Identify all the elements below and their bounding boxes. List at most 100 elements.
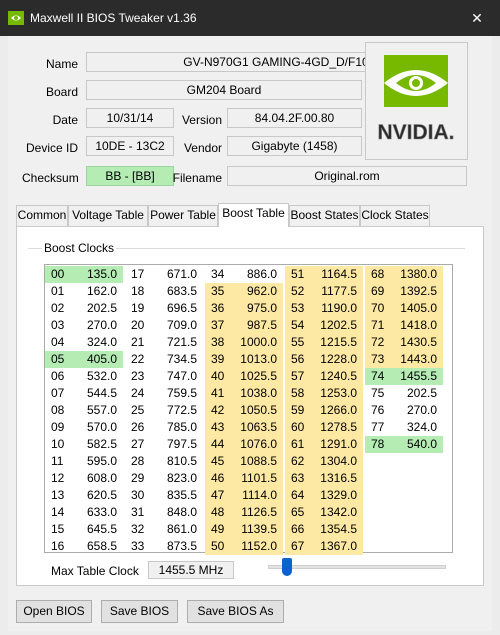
- boost-cell-value[interactable]: 1253.0: [313, 385, 363, 402]
- boost-cell-value[interactable]: 1202.5: [313, 317, 363, 334]
- boost-cell-value[interactable]: 1038.0: [233, 385, 283, 402]
- open-bios-button[interactable]: Open BIOS: [16, 600, 92, 623]
- boost-cell-value[interactable]: 1164.5: [313, 266, 363, 283]
- boost-cell-value[interactable]: 1025.5: [233, 368, 283, 385]
- boost-cell-value[interactable]: 1050.5: [233, 402, 283, 419]
- boost-cell-value[interactable]: 1392.5: [393, 283, 443, 300]
- boost-cell-value[interactable]: 1443.0: [393, 351, 443, 368]
- tab-boost-table[interactable]: Boost Table: [218, 203, 289, 227]
- version-field[interactable]: 84.04.2F.00.80: [227, 108, 362, 128]
- boost-cell-value[interactable]: 1240.5: [313, 368, 363, 385]
- boost-cell-value[interactable]: 873.5: [153, 538, 203, 555]
- boost-cell-value[interactable]: 1304.0: [313, 453, 363, 470]
- boost-cell-value[interactable]: 1190.0: [313, 300, 363, 317]
- boost-cell-value[interactable]: 671.0: [153, 266, 203, 283]
- boost-cell-value[interactable]: 202.5: [393, 385, 443, 402]
- boost-cell-value[interactable]: 1367.0: [313, 538, 363, 555]
- tab-voltage-table[interactable]: Voltage Table: [68, 205, 148, 226]
- boost-cell-value[interactable]: 683.5: [153, 283, 203, 300]
- boost-cell-value[interactable]: 962.0: [233, 283, 283, 300]
- clock-slider-track[interactable]: [268, 565, 446, 569]
- boost-cell-value[interactable]: 1088.5: [233, 453, 283, 470]
- boost-cell-value[interactable]: 1418.0: [393, 317, 443, 334]
- boost-cell-value[interactable]: 987.5: [233, 317, 283, 334]
- boost-cell-value[interactable]: 202.5: [73, 300, 123, 317]
- boost-cell-value[interactable]: 785.0: [153, 419, 203, 436]
- boost-cell-value[interactable]: 721.5: [153, 334, 203, 351]
- boost-cell-value[interactable]: 772.5: [153, 402, 203, 419]
- boost-cell-value[interactable]: 270.0: [73, 317, 123, 334]
- boost-cell-value[interactable]: 1063.5: [233, 419, 283, 436]
- boost-cell-value[interactable]: 1455.5: [393, 368, 443, 385]
- vendor-field[interactable]: Gigabyte (1458): [227, 136, 362, 156]
- boost-cell-value[interactable]: 540.0: [393, 436, 443, 453]
- boost-cell-value[interactable]: 570.0: [73, 419, 123, 436]
- boost-cell-value[interactable]: 797.5: [153, 436, 203, 453]
- boost-cell-value[interactable]: 162.0: [73, 283, 123, 300]
- boost-cell-value[interactable]: 1329.0: [313, 487, 363, 504]
- boost-cell-value[interactable]: 1278.5: [313, 419, 363, 436]
- boost-cell-value[interactable]: 810.5: [153, 453, 203, 470]
- clock-slider-thumb[interactable]: [282, 558, 293, 576]
- boost-cell-value[interactable]: 608.0: [73, 470, 123, 487]
- boost-cell-value[interactable]: 861.0: [153, 521, 203, 538]
- boost-cell-value[interactable]: 1354.5: [313, 521, 363, 538]
- filename-field[interactable]: Original.rom: [227, 166, 467, 186]
- boost-cell-value[interactable]: 1342.0: [313, 504, 363, 521]
- boost-cell-value[interactable]: 1266.0: [313, 402, 363, 419]
- boost-cell-value[interactable]: 835.5: [153, 487, 203, 504]
- boost-cell-value[interactable]: 270.0: [393, 402, 443, 419]
- boost-cell-value[interactable]: 1152.0: [233, 538, 283, 555]
- tab-clock-states[interactable]: Clock States: [360, 205, 430, 226]
- boost-cell-index: 12: [51, 471, 65, 485]
- boost-cell-value[interactable]: 582.5: [73, 436, 123, 453]
- boost-cell-value[interactable]: 759.5: [153, 385, 203, 402]
- device-id-field[interactable]: 10DE - 13C2: [86, 136, 174, 156]
- boost-cell-value[interactable]: 1291.0: [313, 436, 363, 453]
- boost-cell-value[interactable]: 135.0: [73, 266, 123, 283]
- boost-cell-value[interactable]: 1013.0: [233, 351, 283, 368]
- board-field[interactable]: GM204 Board: [86, 80, 362, 100]
- boost-cell-value[interactable]: 633.0: [73, 504, 123, 521]
- boost-cell-value[interactable]: 324.0: [73, 334, 123, 351]
- boost-cell-value[interactable]: 1139.5: [233, 521, 283, 538]
- boost-cell-value[interactable]: 645.5: [73, 521, 123, 538]
- boost-cell-value[interactable]: 1114.0: [233, 487, 283, 504]
- boost-cell-value[interactable]: 1076.0: [233, 436, 283, 453]
- boost-cell-value[interactable]: 975.0: [233, 300, 283, 317]
- boost-cell-value[interactable]: 1430.5: [393, 334, 443, 351]
- boost-cell-value[interactable]: 1380.0: [393, 266, 443, 283]
- boost-cell-value[interactable]: 1405.0: [393, 300, 443, 317]
- max-table-clock-field[interactable]: 1455.5 MHz: [148, 561, 234, 579]
- boost-cell-value[interactable]: 696.5: [153, 300, 203, 317]
- boost-cell-value[interactable]: 595.0: [73, 453, 123, 470]
- boost-cell-value[interactable]: 734.5: [153, 351, 203, 368]
- boost-cell-value[interactable]: 405.0: [73, 351, 123, 368]
- date-field[interactable]: 10/31/14: [86, 108, 174, 128]
- boost-cell-value[interactable]: 324.0: [393, 419, 443, 436]
- close-icon[interactable]: ✕: [454, 0, 500, 36]
- boost-cell-value[interactable]: 658.5: [73, 538, 123, 555]
- boost-cell-value[interactable]: 1215.5: [313, 334, 363, 351]
- boost-cell-value[interactable]: 620.5: [73, 487, 123, 504]
- boost-cell-value[interactable]: 823.0: [153, 470, 203, 487]
- tab-power-table[interactable]: Power Table: [148, 205, 218, 226]
- checksum-field[interactable]: BB - [BB]: [86, 166, 174, 186]
- boost-cell-value[interactable]: 1101.5: [233, 470, 283, 487]
- boost-cell-value[interactable]: 1228.0: [313, 351, 363, 368]
- boost-cell-value[interactable]: 1316.5: [313, 470, 363, 487]
- boost-cell-value[interactable]: 1126.5: [233, 504, 283, 521]
- boost-cell-value[interactable]: 1177.5: [313, 283, 363, 300]
- tab-common[interactable]: Common: [16, 205, 68, 226]
- save-bios-as-button[interactable]: Save BIOS As: [187, 600, 284, 623]
- boost-cell-value[interactable]: 709.0: [153, 317, 203, 334]
- boost-cell-value[interactable]: 1000.0: [233, 334, 283, 351]
- boost-cell-value[interactable]: 747.0: [153, 368, 203, 385]
- boost-cell-value[interactable]: 886.0: [233, 266, 283, 283]
- boost-cell-value[interactable]: 848.0: [153, 504, 203, 521]
- save-bios-button[interactable]: Save BIOS: [101, 600, 178, 623]
- boost-cell-value[interactable]: 532.0: [73, 368, 123, 385]
- tab-boost-states[interactable]: Boost States: [289, 205, 360, 226]
- boost-cell-value[interactable]: 544.5: [73, 385, 123, 402]
- boost-cell-value[interactable]: 557.0: [73, 402, 123, 419]
